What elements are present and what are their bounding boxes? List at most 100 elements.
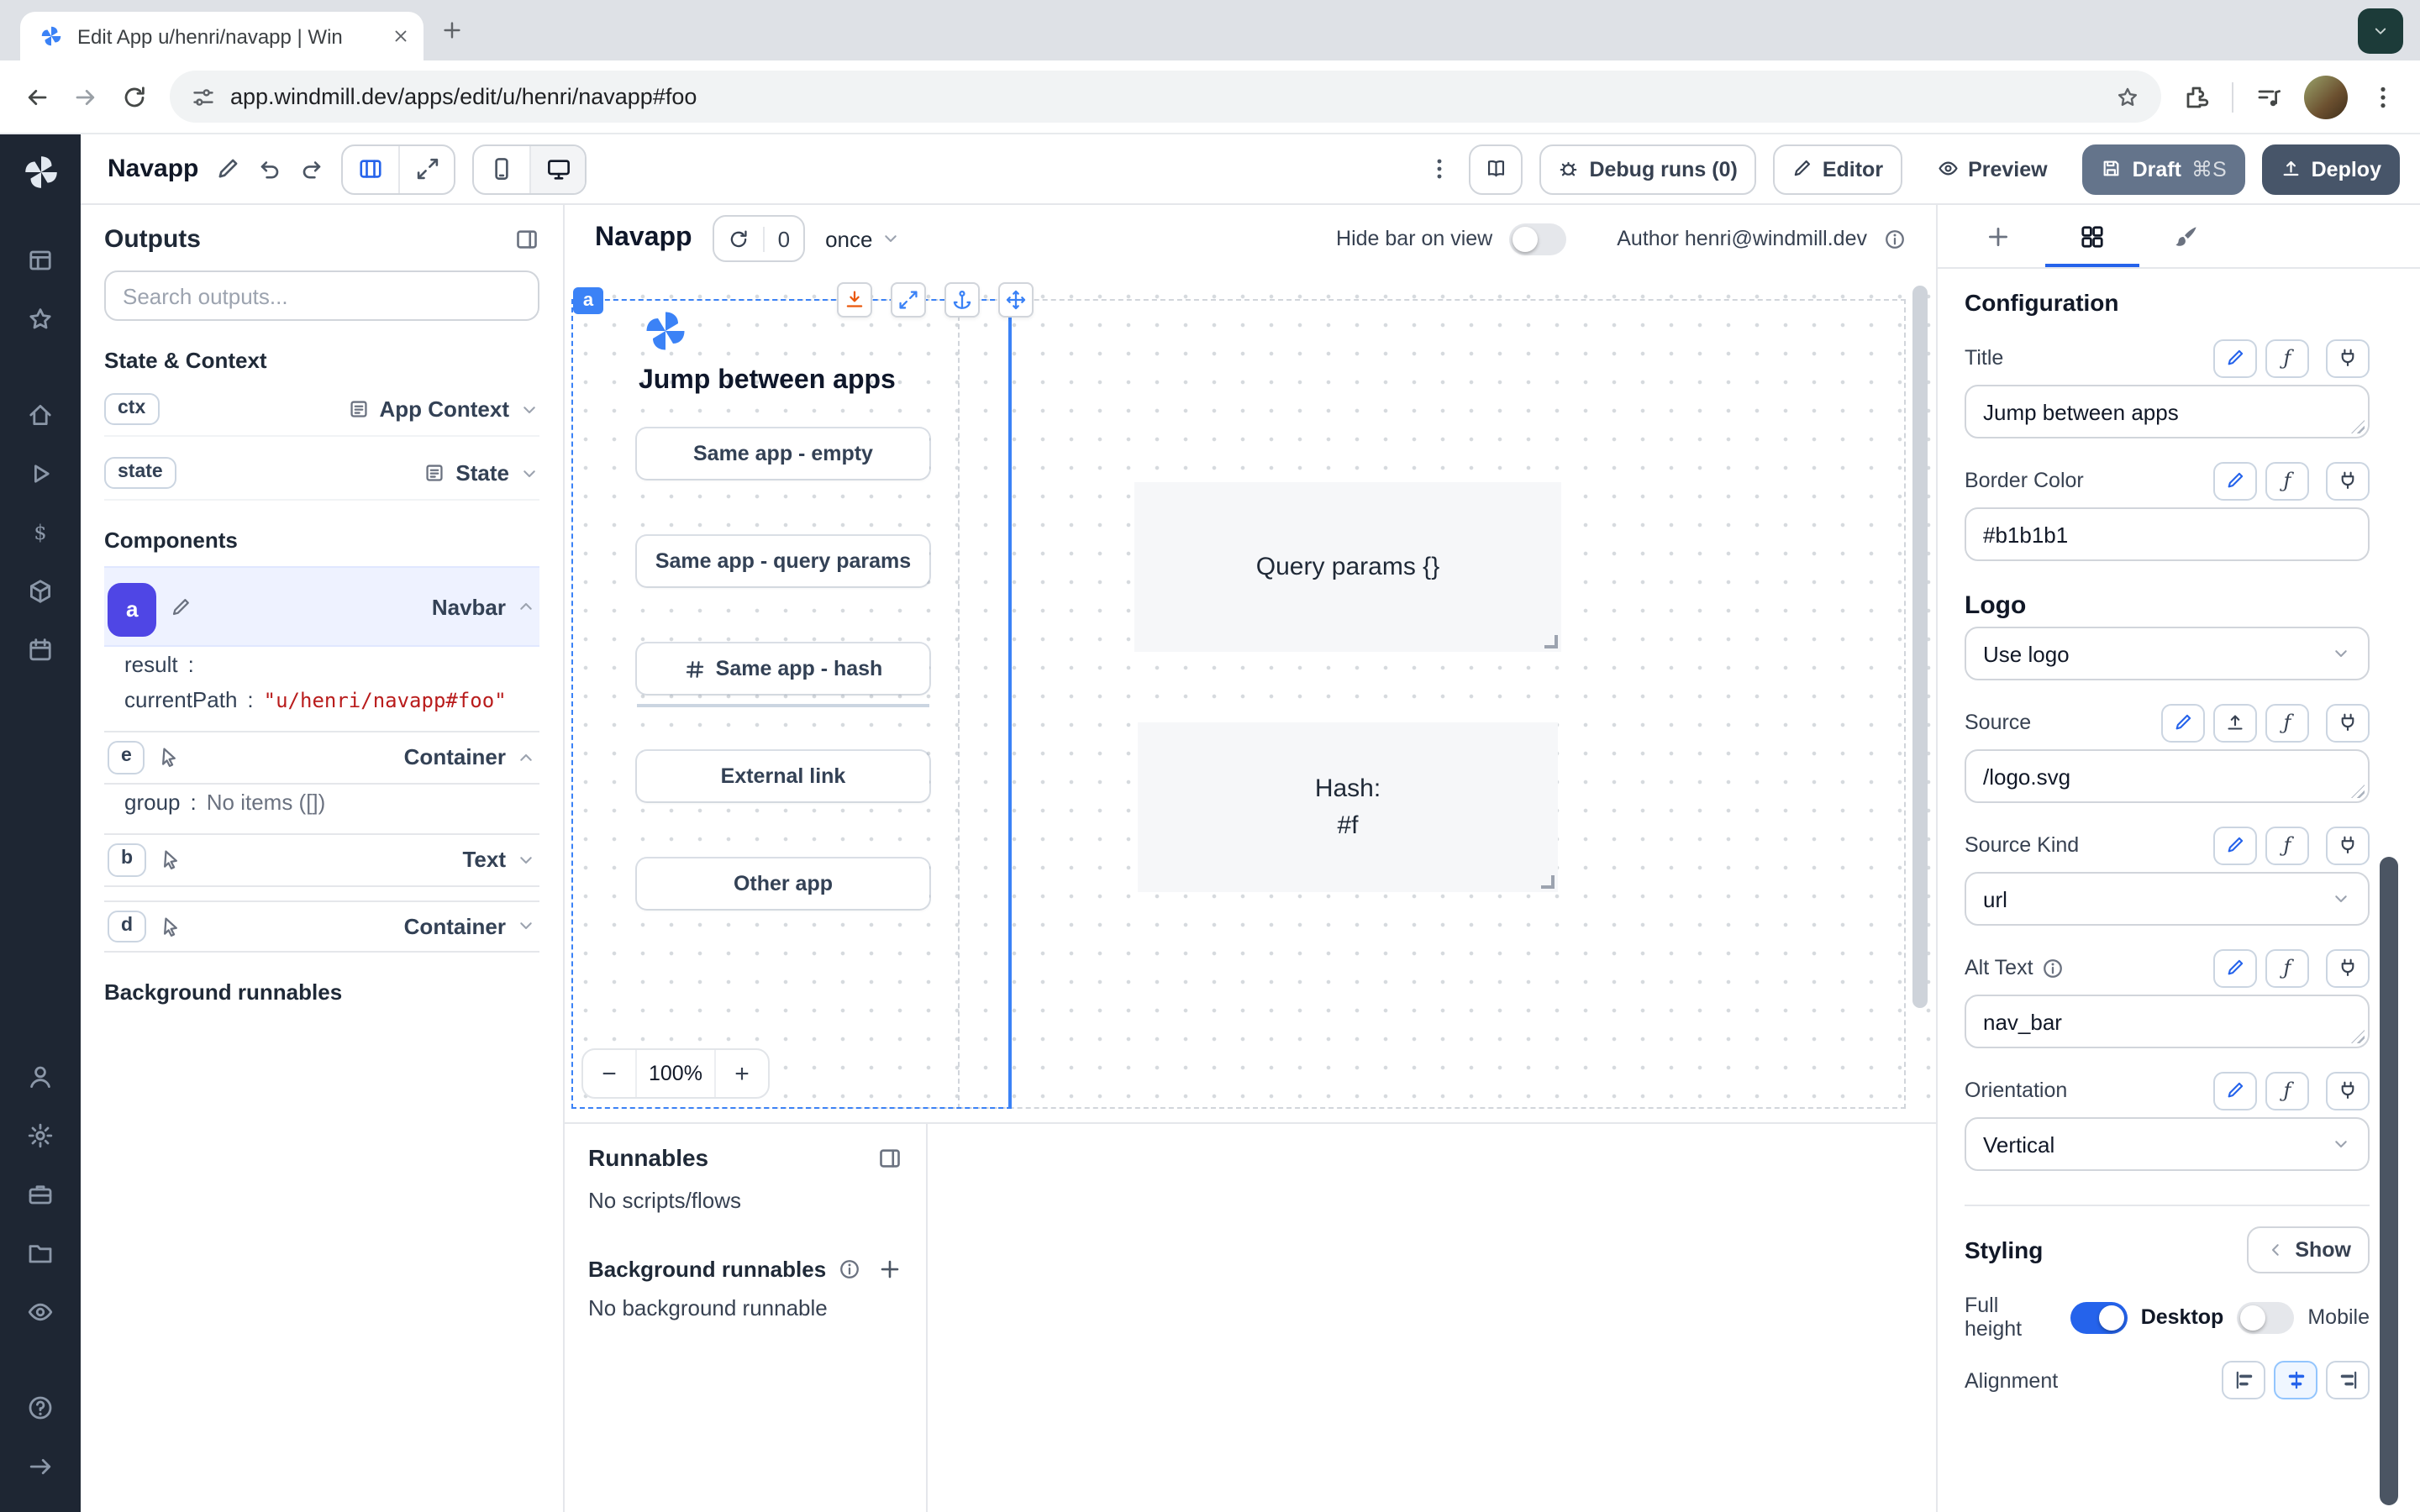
editor-tab-button[interactable]: Editor bbox=[1773, 144, 1902, 194]
nav-button-same-app-empty[interactable]: Same app - empty bbox=[637, 428, 929, 479]
deploy-button[interactable]: Deploy bbox=[2262, 144, 2400, 194]
bookmark-star-icon[interactable] bbox=[2116, 85, 2139, 108]
scrollbar-thumb[interactable] bbox=[2380, 857, 2398, 1505]
static-edit-button[interactable] bbox=[2213, 826, 2257, 864]
static-edit-button[interactable] bbox=[2213, 948, 2257, 987]
eval-js-button[interactable]: ƒ bbox=[2265, 703, 2309, 742]
sidebar-item-help[interactable] bbox=[27, 1378, 54, 1436]
expand-handle[interactable] bbox=[891, 282, 926, 318]
title-input[interactable] bbox=[1965, 385, 2370, 438]
chevron-down-icon[interactable] bbox=[516, 916, 536, 937]
more-menu-icon[interactable] bbox=[1427, 156, 1452, 181]
sidebar-item-workers[interactable] bbox=[27, 1164, 54, 1223]
align-start-button[interactable] bbox=[2222, 1361, 2265, 1399]
sidebar-item-apps[interactable] bbox=[27, 230, 54, 289]
eval-js-button[interactable]: ƒ bbox=[2265, 461, 2309, 500]
browser-tab[interactable]: Edit App u/henri/navapp | Win bbox=[20, 12, 424, 60]
redo-button[interactable] bbox=[299, 156, 324, 181]
zoom-in-button[interactable]: + bbox=[716, 1050, 768, 1097]
component-id-badge[interactable]: b bbox=[108, 843, 146, 877]
alt-text-input[interactable] bbox=[1965, 995, 2370, 1048]
sidebar-item-favorites[interactable] bbox=[27, 289, 54, 348]
device-style-toggle[interactable] bbox=[2237, 1301, 2294, 1333]
component-row-container-e[interactable]: e Container bbox=[104, 731, 539, 785]
toggle-panels-button[interactable] bbox=[343, 145, 398, 192]
eval-js-button[interactable]: ƒ bbox=[2265, 339, 2309, 377]
upload-button[interactable] bbox=[2213, 703, 2257, 742]
windmill-logo-icon[interactable] bbox=[19, 151, 61, 193]
mobile-view-button[interactable] bbox=[474, 145, 529, 192]
static-edit-button[interactable] bbox=[2213, 339, 2257, 377]
panel-scrollbar[interactable] bbox=[2380, 282, 2398, 1505]
component-id-badge[interactable]: e bbox=[108, 741, 145, 774]
eval-js-button[interactable]: ƒ bbox=[2265, 948, 2309, 987]
refresh-icon[interactable] bbox=[714, 228, 763, 249]
sidebar-item-settings[interactable] bbox=[27, 1105, 54, 1164]
query-params-box[interactable]: Query params {} bbox=[1134, 482, 1561, 652]
refresh-control[interactable]: 0 bbox=[713, 215, 805, 262]
use-logo-select[interactable]: Use logo bbox=[1965, 627, 2370, 680]
new-tab-button[interactable] bbox=[440, 18, 464, 42]
sidebar-item-home[interactable] bbox=[27, 385, 54, 444]
eval-js-button[interactable]: ƒ bbox=[2265, 1071, 2309, 1110]
search-outputs-input[interactable] bbox=[104, 270, 539, 321]
show-styling-button[interactable]: Show bbox=[2246, 1226, 2370, 1273]
connect-input-button[interactable] bbox=[2326, 1071, 2370, 1110]
border-color-input[interactable] bbox=[1965, 507, 2370, 561]
back-button[interactable] bbox=[24, 83, 50, 110]
undo-button[interactable] bbox=[257, 156, 282, 181]
component-row-navbar[interactable]: a Navbar bbox=[104, 566, 539, 647]
collapse-panel-icon[interactable] bbox=[514, 227, 539, 252]
tab-insert-component[interactable] bbox=[1951, 205, 2045, 267]
hash-box[interactable]: Hash: #f bbox=[1138, 722, 1558, 892]
sidebar-item-users[interactable] bbox=[27, 1047, 54, 1105]
tab-global-styling[interactable] bbox=[2139, 205, 2233, 267]
selected-component-badge[interactable]: a bbox=[573, 287, 603, 314]
chevron-down-icon[interactable] bbox=[519, 399, 539, 419]
sidebar-item-runs[interactable] bbox=[27, 444, 54, 502]
eval-js-button[interactable]: ƒ bbox=[2265, 826, 2309, 864]
static-edit-button[interactable] bbox=[2161, 703, 2205, 742]
nav-button-query-params[interactable]: Same app - query params bbox=[637, 536, 929, 586]
chevron-up-icon[interactable] bbox=[516, 748, 536, 768]
add-background-runnable-button[interactable] bbox=[877, 1257, 902, 1282]
output-row-currentpath[interactable]: currentPath: "u/henri/navapp#foo" bbox=[104, 682, 539, 717]
navbar-logo-icon[interactable] bbox=[640, 306, 691, 356]
docs-button[interactable] bbox=[1469, 144, 1523, 194]
full-height-toggle[interactable] bbox=[2070, 1301, 2128, 1333]
static-edit-button[interactable] bbox=[2213, 1071, 2257, 1110]
window-indicator[interactable] bbox=[2358, 8, 2403, 54]
align-end-button[interactable] bbox=[2326, 1361, 2370, 1399]
output-row-group[interactable]: group: No items ([]) bbox=[104, 785, 539, 820]
nav-button-other-app[interactable]: Other app bbox=[637, 858, 929, 909]
source-kind-select[interactable]: url bbox=[1965, 872, 2370, 926]
desktop-view-button[interactable] bbox=[529, 145, 585, 192]
resize-handle[interactable] bbox=[1544, 635, 1558, 648]
anchor-handle[interactable] bbox=[944, 282, 980, 318]
component-row-container-d[interactable]: d Container bbox=[104, 900, 539, 953]
reload-button[interactable] bbox=[121, 83, 148, 110]
media-controls-icon[interactable] bbox=[2255, 83, 2282, 110]
connect-input-button[interactable] bbox=[2326, 826, 2370, 864]
align-center-button[interactable] bbox=[2274, 1361, 2317, 1399]
component-id-badge[interactable]: a bbox=[108, 583, 156, 637]
hide-bar-toggle[interactable] bbox=[1509, 223, 1566, 255]
connect-input-button[interactable] bbox=[2326, 461, 2370, 500]
connect-input-button[interactable] bbox=[2326, 703, 2370, 742]
chevron-up-icon[interactable] bbox=[516, 596, 536, 617]
component-row-text-b[interactable]: b Text bbox=[104, 833, 539, 887]
fullscreen-button[interactable] bbox=[398, 145, 454, 192]
sidebar-collapse-icon[interactable] bbox=[27, 1436, 54, 1495]
state-row[interactable]: state State bbox=[104, 447, 539, 501]
nav-button-hash[interactable]: Same app - hash bbox=[637, 643, 929, 694]
profile-avatar[interactable] bbox=[2304, 75, 2348, 118]
orientation-select[interactable]: Vertical bbox=[1965, 1117, 2370, 1171]
app-canvas[interactable]: a Jump between apps Same app - empty Sam… bbox=[565, 272, 1936, 1122]
component-id-badge[interactable]: d bbox=[108, 910, 146, 943]
ctx-row[interactable]: ctx App Context bbox=[104, 383, 539, 437]
preview-tab-button[interactable]: Preview bbox=[1918, 144, 2066, 194]
sidebar-item-audit-logs[interactable] bbox=[27, 1282, 54, 1341]
sidebar-item-resources[interactable] bbox=[27, 561, 54, 620]
tab-component-settings[interactable] bbox=[2045, 205, 2139, 267]
move-handle[interactable] bbox=[998, 282, 1034, 318]
